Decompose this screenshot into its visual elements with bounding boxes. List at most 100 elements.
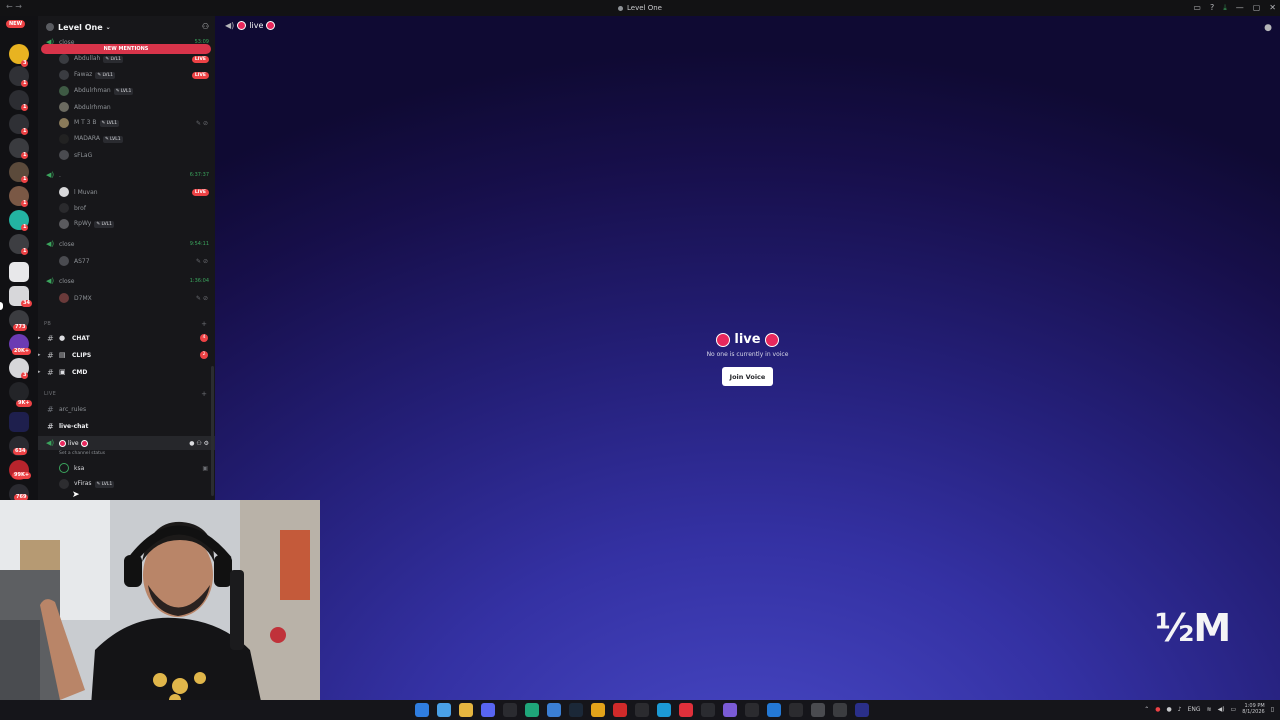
back-arrow-icon[interactable]: ← → <box>6 2 22 11</box>
voice-channel-live[interactable]: ◀) live ● ⚇ ⚙ <box>38 436 215 450</box>
live-badge: LIVE <box>191 71 209 79</box>
hash-icon: # <box>47 404 54 414</box>
voice-member[interactable]: sFLaG <box>38 148 215 162</box>
wifi-icon[interactable]: ≋ <box>1207 706 1212 713</box>
webcam-feed <box>0 500 320 720</box>
server-dot-icon <box>618 5 624 11</box>
voice-channel-name: close <box>59 240 75 248</box>
server-icon-10[interactable] <box>9 262 29 282</box>
category-live[interactable]: LIVE + <box>38 387 215 401</box>
voice-member[interactable]: Fawaz ✎ LVL1 LIVE <box>38 68 215 82</box>
member-name: D7MX <box>74 294 92 302</box>
app-icon[interactable] <box>701 703 715 717</box>
app-icon[interactable] <box>855 703 869 717</box>
clock[interactable]: 1:09 PM 8/1/2026 <box>1242 703 1264 715</box>
volume-icon[interactable]: ◀) <box>1218 706 1225 713</box>
avatar <box>59 150 69 160</box>
language-indicator[interactable]: ENG <box>1188 706 1201 713</box>
opera-icon[interactable] <box>613 703 627 717</box>
download-icon[interactable]: ⤓ <box>1223 3 1227 13</box>
voice-member[interactable]: Abdulrhman ✎ LVL1 <box>38 84 215 98</box>
voice-member[interactable]: brof <box>38 201 215 215</box>
steam-icon[interactable] <box>569 703 583 717</box>
close-icon[interactable]: ✕ <box>1269 3 1276 13</box>
server-icon-15[interactable] <box>9 382 29 402</box>
voice-member[interactable]: l Muvan LIVE <box>38 185 215 199</box>
chrome-icon[interactable] <box>591 703 605 717</box>
add-channel-icon[interactable]: + <box>201 390 207 398</box>
channel-clips[interactable]: ▸ # ▤ CLIPS 2 <box>38 348 215 362</box>
category-pb[interactable]: PB + <box>38 317 215 331</box>
app-icon[interactable] <box>679 703 693 717</box>
voice-channel-2[interactable]: ◀) . 6:37:37 <box>38 168 215 182</box>
channel-arc-rules[interactable]: # arc_rules <box>38 402 215 416</box>
voice-channel-4[interactable]: ◀) close 1:36:04 <box>38 274 215 288</box>
start-icon[interactable] <box>415 703 429 717</box>
empty-title-text: live <box>734 332 761 347</box>
join-voice-button[interactable]: Join Voice <box>722 367 773 386</box>
app-icon[interactable] <box>547 703 561 717</box>
voice-member[interactable]: D7MX ✎ ⊘ <box>38 291 215 305</box>
app-icon[interactable] <box>635 703 649 717</box>
chat-bubble-icon[interactable]: ● <box>1264 23 1272 33</box>
level-tag: ✎ LVL1 <box>94 221 115 228</box>
taskbar-apps <box>415 703 869 717</box>
pink-dot-icon <box>59 439 66 447</box>
voice-member[interactable]: Abdulrhman <box>38 100 215 114</box>
caret-right-icon: ▸ <box>38 369 41 375</box>
voice-channel-view: ◀) live ● live No one is currently in vo… <box>215 16 1280 700</box>
voice-member[interactable]: ksa ▣ <box>38 461 215 475</box>
server-icon-16[interactable] <box>9 412 29 432</box>
inbox-icon[interactable]: ▭ <box>1193 3 1201 13</box>
settings-icon[interactable] <box>811 703 825 717</box>
window-controls: ▭ ? ⤓ — ▢ ✕ <box>1193 3 1276 13</box>
add-member-icon[interactable]: ⚇ <box>202 22 209 31</box>
new-mentions-banner[interactable]: NEW MENTIONS <box>41 44 211 54</box>
live-badge: LIVE <box>191 55 209 63</box>
member-name: M T 3 B <box>74 119 97 126</box>
channel-chat[interactable]: ▸ # ● CHAT 4 <box>38 331 215 345</box>
chevron-up-icon[interactable]: ⌃ <box>1144 706 1149 713</box>
battery-icon[interactable]: ▭ <box>1231 706 1237 713</box>
channel-live-chat[interactable]: # live-chat <box>38 419 215 433</box>
avatar <box>59 219 69 229</box>
channel-cmd[interactable]: ▸ # ▣ CMD <box>38 365 215 379</box>
app-icon[interactable] <box>767 703 781 717</box>
voice-member[interactable]: AS77 ✎ ⊘ <box>38 254 215 268</box>
app-icon[interactable] <box>833 703 847 717</box>
xbox-icon[interactable] <box>503 703 517 717</box>
sidebar-scrollbar[interactable] <box>211 366 214 496</box>
app-icon[interactable] <box>723 703 737 717</box>
notification-icon[interactable]: ▯ <box>1271 706 1274 713</box>
channel-status-hint[interactable]: Set a channel status <box>59 451 105 456</box>
tray-app-icon[interactable]: ● <box>1155 706 1160 713</box>
channel-actions-icons[interactable]: ● ⚇ ⚙ <box>189 440 209 447</box>
mouse-cursor-icon: ➤ <box>72 490 80 500</box>
app-icon[interactable] <box>745 703 759 717</box>
copilot-icon[interactable] <box>437 703 451 717</box>
folder-icon[interactable] <box>459 703 473 717</box>
help-icon[interactable]: ? <box>1210 3 1214 13</box>
app-icon[interactable] <box>789 703 803 717</box>
new-pill[interactable]: NEW <box>6 20 26 28</box>
minimize-icon[interactable]: — <box>1236 3 1244 13</box>
tray-app-icon[interactable]: ● <box>1167 706 1172 713</box>
app-icon[interactable] <box>525 703 539 717</box>
voice-member[interactable]: Abdullah ✎ LVL1 LIVE <box>38 52 215 66</box>
window-title-container: Level One <box>618 4 662 12</box>
empty-subtitle: No one is currently in voice <box>706 351 789 358</box>
voice-channel-3[interactable]: ◀) close 9:54:11 <box>38 237 215 251</box>
voice-channel-name: . <box>59 171 61 179</box>
speaker-icon: ◀) <box>46 277 55 285</box>
voice-member[interactable]: M T 3 B ✎ LVL1 ✎ ⊘ <box>38 116 215 130</box>
voice-member[interactable]: MADARA ✎ LVL1 <box>38 132 215 146</box>
add-channel-icon[interactable]: + <box>201 320 207 328</box>
level-tag: ✎ LVL1 <box>99 120 120 127</box>
voice-member[interactable]: vFiras ✎ LVL1 <box>38 477 215 491</box>
avatar <box>59 187 69 197</box>
edge-icon[interactable] <box>657 703 671 717</box>
voice-member[interactable]: RpWy ✎ LVL1 <box>38 217 215 231</box>
discord-icon[interactable] <box>481 703 495 717</box>
maximize-icon[interactable]: ▢ <box>1253 3 1261 13</box>
mic-icon[interactable]: ♪ <box>1178 706 1182 713</box>
